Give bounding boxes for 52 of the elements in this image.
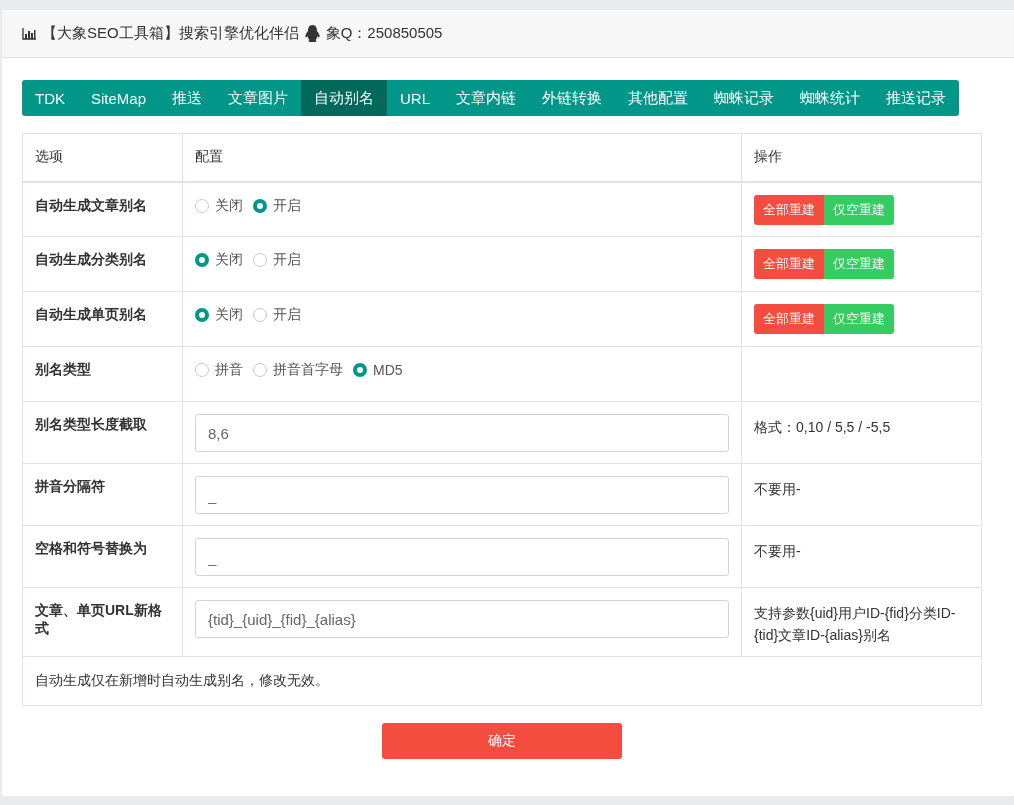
tab[interactable]: 蜘蛛统计 [787, 80, 874, 116]
radio-button[interactable]: 开启 [253, 306, 301, 324]
column-header: 操作 [741, 133, 982, 182]
option-label: 自动生成文章别名 [22, 181, 183, 237]
tab[interactable]: 推送 [159, 80, 216, 116]
input-field[interactable]: _ [195, 476, 729, 514]
tab[interactable]: URL [387, 80, 444, 116]
radio-button[interactable]: MD5 [353, 361, 403, 379]
radio-button[interactable]: 拼音 [195, 361, 243, 379]
input-field[interactable]: {tid}_{uid}_{fid}_{alias} [195, 600, 729, 638]
rebuild-empty-button[interactable]: 仅空重建 [824, 194, 894, 225]
tab[interactable]: 其他配置 [615, 80, 702, 116]
radio-button[interactable]: 关闭 [195, 196, 243, 215]
bar-chart-icon [22, 27, 36, 40]
tab[interactable]: 文章内链 [443, 80, 530, 116]
tab[interactable]: TDK [22, 80, 78, 116]
rebuild-empty-button[interactable]: 仅空重建 [824, 304, 894, 334]
hint-text: 格式：0,10 / 5,5 / -5,5 [741, 401, 982, 464]
option-label: 文章、单页URL新格式 [22, 587, 183, 657]
rebuild-empty-button[interactable]: 仅空重建 [824, 249, 894, 279]
rebuild-all-button[interactable]: 全部重建 [754, 194, 824, 225]
tab[interactable]: 文章图片 [215, 80, 302, 116]
radio-button[interactable]: 开启 [253, 196, 301, 215]
option-label: 别名类型 [22, 346, 183, 402]
hint-text: 不要用- [741, 463, 982, 526]
option-label: 别名类型长度截取 [22, 401, 183, 464]
option-label: 自动生成分类别名 [22, 236, 183, 292]
page-title: 【大象SEO工具箱】搜索引擎优化伴侣 [42, 24, 299, 43]
tab[interactable]: 蜘蛛记录 [701, 80, 788, 116]
footnote: 自动生成仅在新增时自动生成别名，修改无效。 [22, 656, 982, 706]
radio-button[interactable]: 关闭 [195, 306, 243, 324]
confirm-button[interactable]: 确定 [382, 723, 622, 759]
radio-button[interactable]: 关闭 [195, 251, 243, 269]
rebuild-all-button[interactable]: 全部重建 [754, 304, 824, 334]
hint-text: 不要用- [741, 525, 982, 588]
penguin-icon [304, 25, 320, 42]
input-field[interactable]: 8,6 [195, 414, 729, 452]
option-label: 拼音分隔符 [22, 463, 183, 526]
column-header: 配置 [182, 133, 742, 182]
rebuild-all-button[interactable]: 全部重建 [754, 249, 824, 279]
tab[interactable]: 推送记录 [873, 80, 960, 116]
option-label: 自动生成单页别名 [22, 291, 183, 347]
input-field[interactable]: _ [195, 538, 729, 576]
tab[interactable]: 自动别名 [301, 80, 388, 116]
radio-button[interactable]: 开启 [253, 251, 301, 269]
hint-text: 支持参数{uid}用户ID-{fid}分类ID-{tid}文章ID-{alias}别名 [741, 587, 982, 657]
radio-button[interactable]: 拼音首字母 [253, 361, 343, 379]
option-label: 空格和符号替换为 [22, 525, 183, 588]
tab[interactable]: 外链转换 [529, 80, 616, 116]
tab[interactable]: SiteMap [78, 80, 160, 116]
column-header: 选项 [22, 133, 183, 182]
qq-number: 象Q：250850505 [325, 24, 443, 43]
